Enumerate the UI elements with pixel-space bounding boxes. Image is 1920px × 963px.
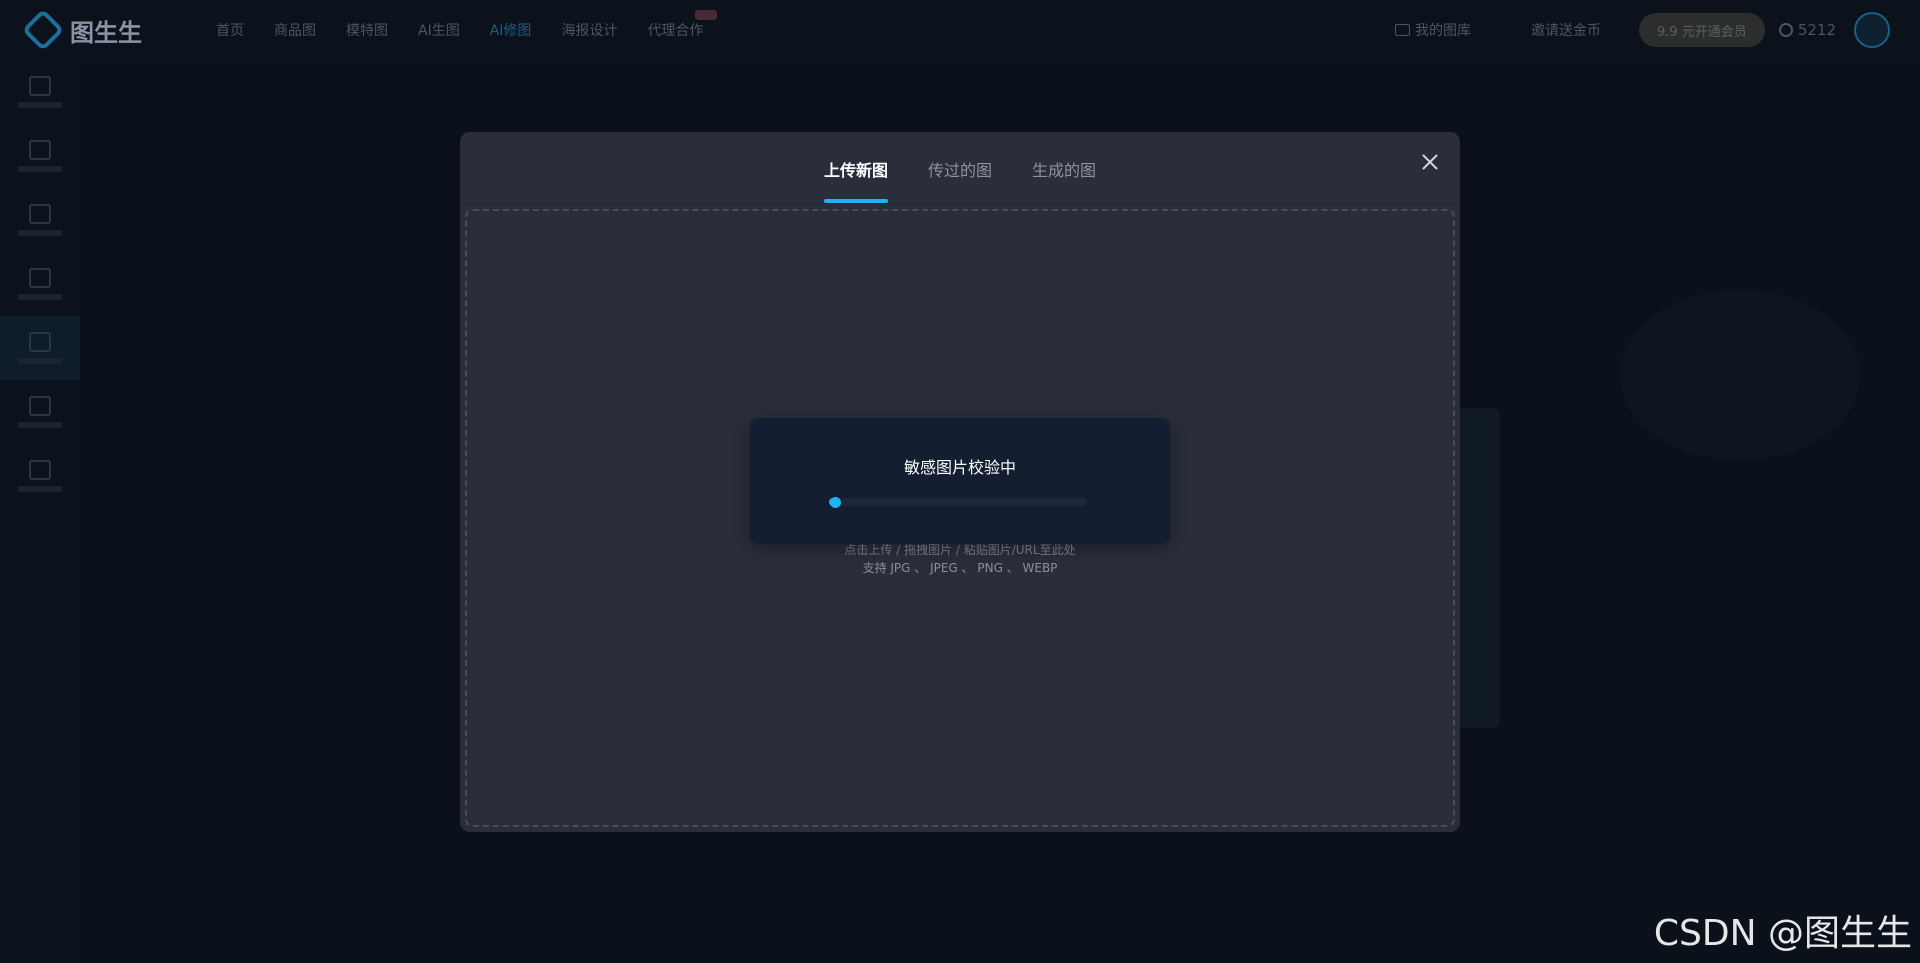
invite-link[interactable]: 邀请送金币 [1531, 20, 1601, 40]
supported-formats: 支持 JPG 、 JPEG 、 PNG 、 WEBP [862, 561, 1058, 575]
sidebar-item-label [18, 166, 62, 172]
vip-button[interactable]: 9.9 元开通会员 [1639, 13, 1765, 47]
new-badge [695, 10, 718, 20]
crop-icon [29, 76, 51, 96]
nav-item-product[interactable]: 商品图 [274, 20, 316, 40]
logo-icon [21, 8, 65, 52]
frame-icon [29, 460, 51, 480]
modal-tabs: 上传新图 传过的图 生成的图 [460, 132, 1460, 204]
my-gallery-label: 我的图库 [1415, 23, 1471, 39]
coin-balance: 5212 [1778, 21, 1836, 39]
folder-icon [1395, 24, 1410, 36]
watermark: CSDN @图生生 [1653, 913, 1912, 954]
sidebar-item-brush[interactable] [0, 316, 80, 380]
sidebar-item-layers[interactable] [0, 380, 80, 444]
nav-item-home[interactable]: 首页 [216, 20, 244, 40]
sidebar-item-label [18, 102, 62, 108]
sidebar-item-label [18, 422, 62, 428]
sidebar-item-label [18, 294, 62, 300]
top-right-actions: 我的图库 邀请送金币 9.9 元开通会员 5212 [1395, 12, 1890, 48]
check-title: 敏感图片校验中 [903, 458, 1016, 477]
nav-item-partner[interactable]: 代理合作 [647, 10, 718, 40]
background-decoration [1620, 290, 1860, 460]
brand-logo[interactable]: 图生生 [21, 8, 178, 52]
sensitive-check-dialog: 敏感图片校验中 [750, 418, 1170, 544]
nav-item-model[interactable]: 模特图 [346, 20, 388, 40]
tab-uploaded[interactable]: 传过的图 [928, 157, 992, 203]
coin-count: 5212 [1797, 21, 1836, 39]
tab-generated[interactable]: 生成的图 [1032, 157, 1096, 203]
nav-item-partner-label: 代理合作 [647, 23, 704, 39]
tool-sidebar [0, 60, 80, 963]
brush-icon [29, 332, 51, 352]
close-icon[interactable] [1418, 150, 1442, 174]
nav-item-poster[interactable]: 海报设计 [561, 20, 617, 40]
brand-name: 图生生 [70, 18, 142, 47]
my-gallery-link[interactable]: 我的图库 [1395, 20, 1471, 40]
sidebar-item-image[interactable] [0, 188, 80, 252]
shapes-icon [29, 268, 51, 288]
edit-icon [29, 140, 51, 160]
sidebar-item-frame[interactable] [0, 444, 80, 508]
main-nav: 首页 商品图 模特图 AI生图 AI修图 海报设计 代理合作 [216, 10, 733, 40]
nav-item-ai-generate[interactable]: AI生图 [418, 20, 460, 40]
progress-track [829, 498, 1086, 506]
user-avatar[interactable] [1854, 12, 1890, 48]
sidebar-item-crop[interactable] [0, 60, 80, 124]
coin-icon [1778, 23, 1793, 37]
top-navigation-bar: 图生生 首页 商品图 模特图 AI生图 AI修图 海报设计 代理合作 我的图库 … [0, 0, 1920, 60]
sidebar-item-label [18, 486, 62, 492]
nav-item-ai-retouch[interactable]: AI修图 [490, 20, 532, 40]
tab-upload-new[interactable]: 上传新图 [823, 157, 888, 203]
sidebar-item-label [18, 358, 62, 364]
image-icon [29, 204, 51, 224]
layers-icon [29, 396, 51, 416]
sidebar-item-edit[interactable] [0, 124, 80, 188]
sidebar-item-shapes[interactable] [0, 252, 80, 316]
sidebar-item-label [18, 230, 62, 236]
progress-indicator [830, 496, 841, 508]
